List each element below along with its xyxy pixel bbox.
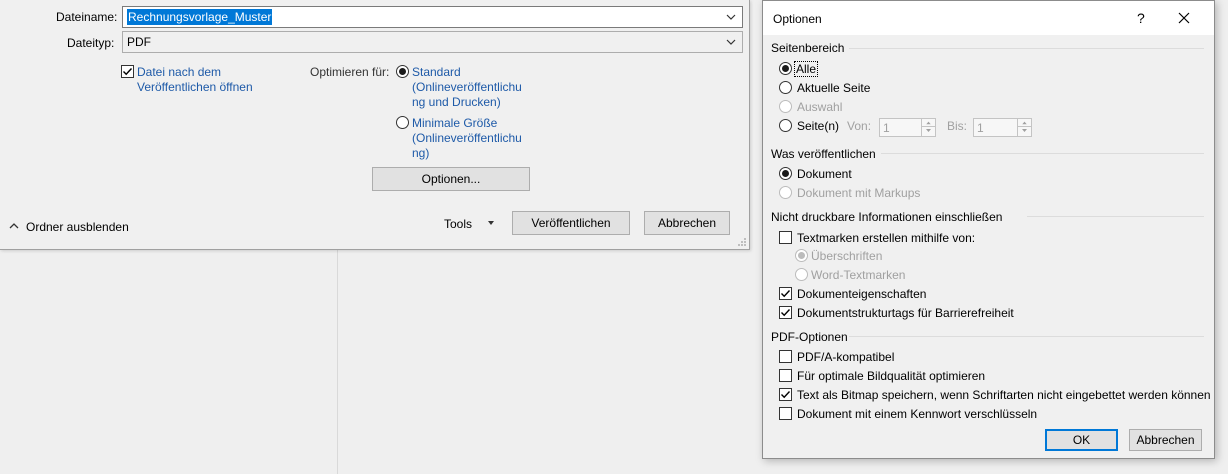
checkmark-icon (781, 309, 791, 317)
radio-dot (782, 170, 789, 177)
to-spinner: 1 (973, 118, 1032, 137)
optimize-standard-label-2[interactable]: (Onlineveröffentlichu (412, 80, 522, 94)
to-label: Bis: (947, 119, 968, 133)
radio-dot (798, 252, 805, 259)
bookmarks-word-label: Word-Textmarken (811, 268, 906, 282)
struct-tags-label[interactable]: Dokumentstrukturtags für Barrierefreihei… (797, 306, 1014, 320)
to-value: 1 (977, 121, 984, 135)
optimize-label: Optimieren für: (310, 65, 390, 79)
spin-up-icon (922, 121, 935, 127)
optimize-standard-radio[interactable] (396, 65, 409, 78)
encrypt-label[interactable]: Dokument mit einem Kennwort verschlüssel… (797, 407, 1037, 421)
group-divider (881, 153, 1204, 154)
range-all-radio[interactable] (779, 62, 792, 75)
from-value: 1 (883, 121, 890, 135)
chevron-down-icon[interactable] (724, 10, 738, 24)
optimize-standard-label[interactable]: Standard (412, 65, 461, 79)
publish-button[interactable]: Veröffentlichen (512, 211, 630, 235)
close-icon[interactable] (1177, 11, 1191, 25)
image-quality-checkbox[interactable] (779, 369, 792, 382)
from-spinner: 1 (879, 118, 936, 137)
options-cancel-button[interactable]: Abbrechen (1129, 429, 1202, 451)
publish-markups-label: Dokument mit Markups (797, 186, 921, 200)
checkmark-icon (781, 391, 791, 399)
bookmarks-headings-label: Überschriften (811, 249, 883, 263)
from-label: Von: (847, 119, 872, 133)
open-after-publish-label[interactable]: Datei nach dem (137, 65, 221, 79)
dropdown-arrow-icon[interactable] (486, 218, 496, 228)
range-selection-label: Auswahl (797, 100, 843, 114)
publish-document-label[interactable]: Dokument (797, 167, 852, 181)
options-titlebar: Optionen ? (763, 1, 1214, 35)
page-range-group-title: Seitenbereich (771, 41, 845, 55)
checkmark-icon (781, 290, 791, 298)
tools-menu[interactable]: Tools (444, 217, 472, 231)
doc-properties-checkbox[interactable] (779, 287, 792, 300)
chevron-up-icon[interactable] (8, 221, 20, 231)
range-current-label[interactable]: Aktuelle Seite (797, 81, 870, 95)
struct-tags-checkbox[interactable] (779, 306, 792, 319)
optimize-standard-label-3[interactable]: ng und Drucken) (412, 95, 501, 109)
encrypt-checkbox[interactable] (779, 407, 792, 420)
bitmap-text-label[interactable]: Text als Bitmap speichern, wenn Schrifta… (797, 388, 1211, 402)
bookmarks-label[interactable]: Textmarken erstellen mithilfe von: (797, 231, 975, 245)
filetype-value: PDF (127, 35, 151, 49)
group-divider (849, 48, 1204, 49)
publish-document-radio[interactable] (779, 167, 792, 180)
range-current-radio[interactable] (779, 81, 792, 94)
pdfa-checkbox[interactable] (779, 350, 792, 363)
open-after-publish-checkbox[interactable] (121, 65, 134, 78)
resize-grip-icon[interactable] (737, 237, 747, 247)
optimize-minimal-label-3[interactable]: ng) (412, 146, 429, 160)
bookmarks-word-radio (795, 268, 808, 281)
publish-dialog: Dateiname: Rechnungsvorlage_Muster Datei… (0, 0, 750, 250)
spin-down-icon (1022, 129, 1027, 132)
hide-folders-link[interactable]: Ordner ausblenden (26, 220, 129, 234)
spin-down-icon (926, 129, 931, 132)
range-selection-radio (779, 100, 792, 113)
pdfa-label[interactable]: PDF/A-kompatibel (797, 350, 894, 364)
range-all-label[interactable]: Alle (793, 61, 819, 77)
help-button[interactable]: ? (1137, 10, 1145, 26)
filetype-select[interactable]: PDF (122, 31, 743, 53)
publish-what-group-title: Was veröffentlichen (771, 147, 876, 161)
bookmarks-checkbox[interactable] (779, 231, 792, 244)
background-divider (337, 250, 338, 474)
image-quality-label[interactable]: Für optimale Bildqualität optimieren (797, 369, 985, 383)
radio-dot (782, 65, 789, 72)
group-divider (849, 336, 1204, 337)
filename-input[interactable]: Rechnungsvorlage_Muster (127, 9, 273, 25)
chevron-down-icon[interactable] (724, 35, 738, 49)
filetype-label: Dateityp: (67, 36, 115, 50)
ok-button[interactable]: OK (1045, 429, 1118, 451)
checkmark-icon (123, 68, 133, 76)
group-divider (1027, 216, 1204, 217)
range-pages-label[interactable]: Seite(n) (797, 119, 839, 133)
optimize-minimal-label[interactable]: Minimale Größe (412, 116, 497, 130)
optimize-minimal-label-2[interactable]: (Onlineveröffentlichu (412, 131, 522, 145)
radio-dot (399, 68, 406, 75)
filename-combobox[interactable]: Rechnungsvorlage_Muster (122, 6, 743, 28)
cancel-button[interactable]: Abbrechen (644, 211, 730, 235)
doc-properties-label[interactable]: Dokumenteigenschaften (797, 287, 926, 301)
filename-label: Dateiname: (56, 10, 118, 24)
publish-markups-radio (779, 186, 792, 199)
pdf-options-group-title: PDF-Optionen (771, 330, 848, 344)
optimize-minimal-radio[interactable] (396, 116, 409, 129)
bookmarks-headings-radio (795, 249, 808, 262)
options-dialog: Optionen ? Seitenbereich Alle Aktuelle S… (762, 0, 1215, 459)
nonprint-group-title: Nicht druckbare Informationen einschließ… (771, 210, 1003, 224)
options-title: Optionen (773, 12, 822, 26)
range-pages-radio[interactable] (779, 119, 792, 132)
open-after-publish-label-2[interactable]: Veröffentlichen öffnen (137, 80, 253, 94)
spin-up-icon (1018, 121, 1031, 127)
options-button[interactable]: Optionen... (372, 167, 530, 191)
bitmap-text-checkbox[interactable] (779, 388, 792, 401)
